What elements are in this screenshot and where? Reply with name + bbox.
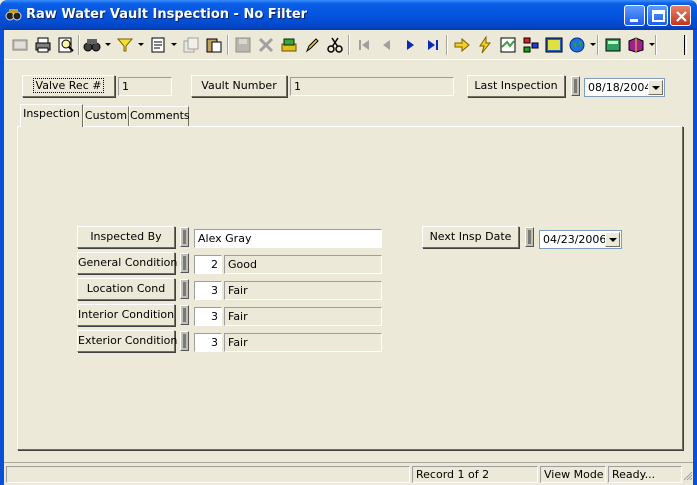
location-cond-text: Fair: [224, 281, 382, 300]
delete-icon[interactable]: [256, 35, 276, 55]
calculator-icon[interactable]: [603, 35, 623, 55]
lock-toggle[interactable]: [180, 253, 189, 273]
title-bar[interactable]: Raw Water Vault Inspection - No Filter: [0, 0, 697, 30]
minimize-button[interactable]: [624, 5, 645, 26]
vault-number-button[interactable]: Vault Number: [191, 75, 287, 97]
exterior-condition-code[interactable]: 3: [194, 333, 222, 352]
last-inspection-date-dropdown[interactable]: 08/18/2004: [584, 78, 665, 97]
next-insp-date-dropdown[interactable]: 04/23/2006: [539, 230, 622, 249]
first-record-icon[interactable]: [354, 35, 374, 55]
inspected-by-field[interactable]: Alex Gray: [194, 229, 382, 248]
print-preview-icon[interactable]: [56, 35, 76, 55]
last-record-icon[interactable]: [423, 35, 443, 55]
print-icon[interactable]: [33, 35, 53, 55]
filter-icon[interactable]: [115, 35, 135, 55]
paste-record-icon[interactable]: [204, 35, 224, 55]
status-state: Ready...: [608, 466, 682, 483]
save-icon[interactable]: [233, 35, 253, 55]
copy-record-icon[interactable]: [181, 35, 201, 55]
lock-toggle[interactable]: [180, 305, 189, 325]
app-icon[interactable]: [5, 7, 22, 23]
maximize-button[interactable]: [647, 5, 668, 26]
valve-rec-field[interactable]: 1: [118, 77, 172, 96]
last-inspection-button[interactable]: Last Inspection: [467, 75, 565, 97]
tree-icon[interactable]: [521, 35, 541, 55]
chart-icon[interactable]: [544, 35, 564, 55]
tab-custom[interactable]: Custom: [83, 106, 129, 126]
window-frame-left: [0, 30, 4, 485]
status-record: Record 1 of 2: [412, 466, 538, 483]
close-icon: [676, 11, 687, 22]
location-cond-code[interactable]: 3: [194, 281, 222, 300]
globe-icon[interactable]: [567, 35, 587, 55]
window-frame-right: [693, 30, 697, 485]
tab-inspection[interactable]: Inspection: [20, 104, 83, 127]
lock-toggle[interactable]: [180, 331, 189, 351]
general-condition-code[interactable]: 2: [194, 255, 222, 274]
interior-condition-button[interactable]: Interior Condition: [77, 304, 175, 326]
cut-icon[interactable]: [325, 35, 345, 55]
status-panel-main: [6, 466, 410, 483]
location-cond-button[interactable]: Location Cond: [77, 278, 175, 300]
status-mode: View Mode: [540, 466, 606, 483]
binoculars-find-icon[interactable]: [82, 35, 102, 55]
minimize-icon: [630, 19, 638, 22]
lightning-icon[interactable]: [475, 35, 495, 55]
lock-toggle[interactable]: [571, 76, 580, 96]
close-button[interactable]: [670, 5, 691, 26]
toolbar: [4, 30, 693, 60]
exterior-condition-text: Fair: [224, 333, 382, 352]
lock-toggle[interactable]: [180, 227, 189, 247]
interior-condition-code[interactable]: 3: [194, 307, 222, 326]
resize-grip-icon[interactable]: [683, 471, 693, 481]
window-title: Raw Water Vault Inspection - No Filter: [26, 7, 308, 22]
attach-icon[interactable]: [279, 35, 299, 55]
previous-record-icon[interactable]: [377, 35, 397, 55]
next-record-icon[interactable]: [400, 35, 420, 55]
map-icon[interactable]: [498, 35, 518, 55]
new-record-icon[interactable]: [10, 35, 30, 55]
report-icon[interactable]: [148, 35, 168, 55]
next-insp-date-button[interactable]: Next Insp Date: [422, 226, 519, 248]
general-condition-text: Good: [224, 255, 382, 274]
lock-toggle[interactable]: [180, 279, 189, 299]
general-condition-button[interactable]: General Condition: [77, 252, 177, 274]
lock-toggle[interactable]: [525, 227, 534, 247]
chevron-down-icon[interactable]: [605, 232, 620, 247]
status-bar: Record 1 of 2 View Mode Ready...: [4, 462, 693, 485]
book-icon[interactable]: [626, 35, 646, 55]
maximize-icon: [652, 10, 665, 22]
tab-comments[interactable]: Comments: [129, 106, 190, 126]
inspected-by-button[interactable]: Inspected By: [77, 226, 175, 248]
vault-number-field[interactable]: 1: [290, 77, 454, 96]
exterior-condition-button[interactable]: Exterior Condition: [77, 330, 177, 352]
chevron-down-icon[interactable]: [648, 80, 663, 95]
interior-condition-text: Fair: [224, 307, 382, 326]
go-to-icon[interactable]: [452, 35, 472, 55]
valve-rec-button[interactable]: Valve Rec #: [22, 75, 115, 97]
edit-icon[interactable]: [302, 35, 322, 55]
